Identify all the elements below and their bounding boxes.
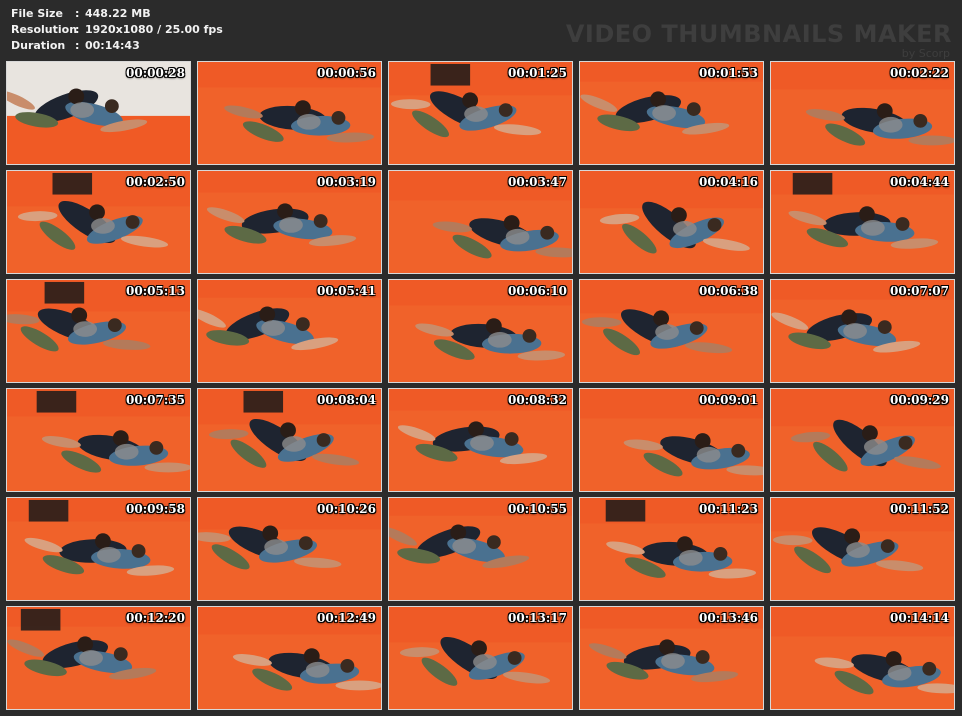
video-thumbnail[interactable]: 00:14:14 <box>770 606 955 710</box>
thumbnail-grid: 00:00:28 00:00:56 00:01:25 00:01:53 00:02:22… <box>6 61 955 710</box>
video-thumbnail[interactable]: 00:09:29 <box>770 388 955 492</box>
thumbnail-timestamp: 00:11:52 <box>890 502 949 516</box>
video-thumbnail[interactable]: 00:00:56 <box>197 61 382 165</box>
thumbnail-timestamp: 00:00:28 <box>126 66 185 80</box>
video-thumbnail[interactable]: 00:09:58 <box>6 497 191 601</box>
watermark: VIDEO THUMBNAILS MAKER by Scorp <box>566 20 952 59</box>
video-thumbnail[interactable]: 00:03:19 <box>197 170 382 274</box>
video-thumbnail[interactable]: 00:07:35 <box>6 388 191 492</box>
video-thumbnail[interactable]: 00:11:23 <box>579 497 764 601</box>
video-thumbnail[interactable]: 00:10:55 <box>388 497 573 601</box>
thumbnail-timestamp: 00:07:07 <box>890 284 949 298</box>
thumbnail-timestamp: 00:13:46 <box>699 611 758 625</box>
video-thumbnail[interactable]: 00:02:50 <box>6 170 191 274</box>
thumbnail-timestamp: 00:12:20 <box>126 611 185 625</box>
thumbnail-timestamp: 00:04:44 <box>890 175 949 189</box>
video-thumbnail[interactable]: 00:05:13 <box>6 279 191 383</box>
file-size-value: 448.22 MB <box>85 7 151 20</box>
thumbnail-timestamp: 00:09:58 <box>126 502 185 516</box>
video-thumbnail[interactable]: 00:13:46 <box>579 606 764 710</box>
file-size-row: File Size : 448.22 MB <box>11 6 223 22</box>
thumbnail-timestamp: 00:02:22 <box>890 66 949 80</box>
duration-label: Duration <box>11 39 66 52</box>
video-thumbnail[interactable]: 00:06:38 <box>579 279 764 383</box>
video-thumbnail[interactable]: 00:01:25 <box>388 61 573 165</box>
watermark-byline: by Scorp <box>901 47 950 60</box>
thumbnail-timestamp: 00:09:01 <box>699 393 758 407</box>
video-thumbnail[interactable]: 00:01:53 <box>579 61 764 165</box>
duration-row: Duration : 00:14:43 <box>11 38 223 54</box>
resolution-label: Resolution <box>11 23 78 36</box>
thumbnail-timestamp: 00:06:10 <box>508 284 567 298</box>
resolution-row: Resolution : 1920x1080 / 25.00 fps <box>11 22 223 38</box>
thumbnail-timestamp: 00:08:32 <box>508 393 567 407</box>
thumbnail-timestamp: 00:05:41 <box>317 284 376 298</box>
video-thumbnail[interactable]: 00:13:17 <box>388 606 573 710</box>
thumbnail-timestamp: 00:01:53 <box>699 66 758 80</box>
video-thumbnail[interactable]: 00:08:32 <box>388 388 573 492</box>
resolution-separator: : <box>75 23 80 36</box>
video-thumbnail[interactable]: 00:04:16 <box>579 170 764 274</box>
thumbnail-timestamp: 00:10:26 <box>317 502 376 516</box>
video-thumbnail[interactable]: 00:03:47 <box>388 170 573 274</box>
thumbnail-timestamp: 00:10:55 <box>508 502 567 516</box>
thumbnail-timestamp: 00:00:56 <box>317 66 376 80</box>
video-thumbnail[interactable]: 00:07:07 <box>770 279 955 383</box>
duration-separator: : <box>75 39 80 52</box>
thumbnail-timestamp: 00:09:29 <box>890 393 949 407</box>
thumbnail-timestamp: 00:03:19 <box>317 175 376 189</box>
video-thumbnail[interactable]: 00:10:26 <box>197 497 382 601</box>
video-thumbnail[interactable]: 00:09:01 <box>579 388 764 492</box>
file-size-separator: : <box>75 7 80 20</box>
video-thumbnail[interactable]: 00:00:28 <box>6 61 191 165</box>
watermark-title: VIDEO THUMBNAILS MAKER <box>565 20 952 48</box>
video-thumbnail[interactable]: 00:04:44 <box>770 170 955 274</box>
video-thumbnail[interactable]: 00:08:04 <box>197 388 382 492</box>
file-info-panel: File Size : 448.22 MB Resolution : 1920x… <box>11 6 223 54</box>
file-size-label: File Size <box>11 7 63 20</box>
thumbnail-timestamp: 00:08:04 <box>317 393 376 407</box>
thumbnail-timestamp: 00:02:50 <box>126 175 185 189</box>
resolution-value: 1920x1080 / 25.00 fps <box>85 23 223 36</box>
thumbnail-timestamp: 00:03:47 <box>508 175 567 189</box>
video-thumbnail[interactable]: 00:02:22 <box>770 61 955 165</box>
thumbnail-timestamp: 00:11:23 <box>699 502 758 516</box>
thumbnail-timestamp: 00:07:35 <box>126 393 185 407</box>
duration-value: 00:14:43 <box>85 39 140 52</box>
video-thumbnail[interactable]: 00:06:10 <box>388 279 573 383</box>
video-thumbnail[interactable]: 00:05:41 <box>197 279 382 383</box>
thumbnail-timestamp: 00:14:14 <box>890 611 949 625</box>
thumbnail-timestamp: 00:12:49 <box>317 611 376 625</box>
thumbnail-timestamp: 00:06:38 <box>699 284 758 298</box>
video-thumbnail[interactable]: 00:11:52 <box>770 497 955 601</box>
thumbnail-timestamp: 00:13:17 <box>508 611 567 625</box>
thumbnail-timestamp: 00:04:16 <box>699 175 758 189</box>
video-thumbnail[interactable]: 00:12:49 <box>197 606 382 710</box>
thumbnail-timestamp: 00:01:25 <box>508 66 567 80</box>
thumbnail-timestamp: 00:05:13 <box>126 284 185 298</box>
video-thumbnail[interactable]: 00:12:20 <box>6 606 191 710</box>
